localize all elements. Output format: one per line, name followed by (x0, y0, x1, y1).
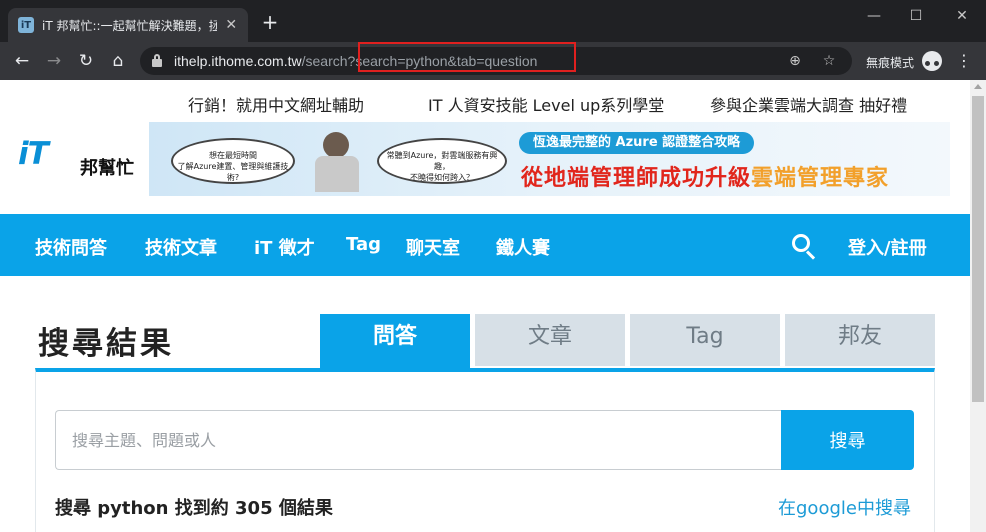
promo-link-survey[interactable]: 參與企業雲端大調查 抽好禮 (710, 92, 907, 116)
banner-headline: 從地端管理師成功升級雲端管理專家 (521, 160, 889, 192)
incognito-icon[interactable] (922, 51, 942, 71)
reload-icon[interactable]: ↻ (76, 51, 96, 71)
logo-it: iT (18, 136, 49, 172)
nav-item-jobs[interactable]: iT 徵才 (254, 234, 315, 260)
scroll-up-icon[interactable] (974, 84, 982, 89)
minimize-icon[interactable]: — (864, 6, 884, 26)
banner-bubble-left: 想在最短時間 了解Azure建置、管理與維護技術? (171, 138, 295, 184)
address-bar[interactable]: ithelp.ithome.com.tw/search?search=pytho… (140, 42, 852, 75)
promo-bar: 行銷！就用中文網址輔助 IT 人資安技能 Level up系列學堂 參與企業雲端… (0, 80, 970, 120)
browser-toolbar: ← → ↻ ⌂ ithelp.ithome.com.tw/search?sear… (0, 42, 986, 80)
banner-headline-main: 從地端管理師成功升級 (521, 166, 752, 191)
menu-icon[interactable]: ⋮ (956, 52, 972, 70)
back-arrow-icon[interactable]: ← (12, 51, 32, 71)
site-favicon-icon: iT (18, 17, 34, 33)
nav-item-tag[interactable]: Tag (346, 234, 381, 255)
url-query-highlight-box (358, 42, 576, 72)
page-scrollbar[interactable] (970, 80, 986, 532)
nav-item-ironman[interactable]: 鐵人賽 (496, 234, 550, 260)
browser-tab-title: iT 邦幫忙::一起幫忙解決難題，拯 (42, 18, 217, 33)
scroll-thumb[interactable] (972, 96, 984, 402)
page-content: 行銷！就用中文網址輔助 IT 人資安技能 Level up系列學堂 參與企業雲端… (0, 80, 970, 532)
logo-bang: 邦幫忙 (80, 158, 134, 179)
banner-bubble-left-text: 想在最短時間 了解Azure建置、管理與維護技術? (177, 151, 289, 182)
nav-item-articles[interactable]: 技術文章 (145, 234, 217, 260)
tab-tag[interactable]: Tag (630, 314, 780, 366)
promo-link-security[interactable]: IT 人資安技能 Level up系列學堂 (428, 92, 664, 116)
banner-bubble-right: 常聽到Azure，對雲端服務有興趣， 不曉得如何跨入？ (377, 138, 507, 184)
nav-item-chatroom[interactable]: 聊天室 (406, 234, 460, 260)
ad-banner[interactable]: 想在最短時間 了解Azure建置、管理與維護技術? 常聽到Azure，對雲端服務… (149, 122, 950, 196)
tab-close-icon[interactable]: ✕ (225, 17, 238, 33)
window-close-icon[interactable]: ✕ (952, 6, 972, 26)
browser-tab[interactable]: iT iT 邦幫忙::一起幫忙解決難題，拯 ✕ (8, 8, 248, 42)
search-button[interactable]: 搜尋 (781, 410, 914, 470)
browser-tab-strip: iT iT 邦幫忙::一起幫忙解決難題，拯 ✕ + — ☐ ✕ (0, 0, 986, 42)
zoom-icon[interactable]: ⊕ (786, 52, 804, 70)
forward-arrow-icon[interactable]: → (44, 51, 64, 71)
maximize-icon[interactable]: ☐ (906, 6, 926, 26)
result-count: 搜尋 python 找到約 305 個結果 (55, 498, 333, 519)
tab-articles[interactable]: 文章 (475, 314, 625, 366)
page-title: 搜尋結果 (38, 326, 174, 362)
site-logo[interactable]: iT 邦幫忙 (18, 136, 138, 180)
tab-qa[interactable]: 問答 (320, 314, 470, 368)
google-search-link[interactable]: 在google中搜尋 (778, 494, 911, 520)
banner-pill: 恆逸最完整的 Azure 認證整合攻略 (519, 132, 755, 154)
nav-item-qa[interactable]: 技術問答 (35, 234, 107, 260)
url-path: /search (301, 53, 348, 69)
banner-pilot-image (309, 126, 365, 192)
promo-link-domain[interactable]: 行銷！就用中文網址輔助 (188, 92, 364, 116)
new-tab-icon[interactable]: + (260, 12, 280, 32)
banner-bubble-right-text: 常聽到Azure，對雲端服務有興趣， 不曉得如何跨入？ (386, 151, 498, 182)
main-nav: 技術問答 技術文章 iT 徵才 Tag 聊天室 鐵人賽 登入/註冊 (0, 214, 970, 276)
url-host: ithelp.ithome.com.tw (174, 53, 302, 69)
banner-headline-accent: 雲端管理專家 (751, 166, 890, 191)
tab-users[interactable]: 邦友 (785, 314, 935, 366)
login-link[interactable]: 登入/註冊 (848, 234, 927, 260)
home-icon[interactable]: ⌂ (108, 51, 128, 71)
search-icon[interactable] (792, 234, 816, 260)
star-icon[interactable]: ☆ (820, 52, 838, 70)
incognito-label: 無痕模式 (866, 56, 915, 70)
search-input[interactable] (55, 410, 781, 470)
search-form: 搜尋 (55, 410, 914, 470)
lock-icon[interactable] (152, 54, 162, 67)
